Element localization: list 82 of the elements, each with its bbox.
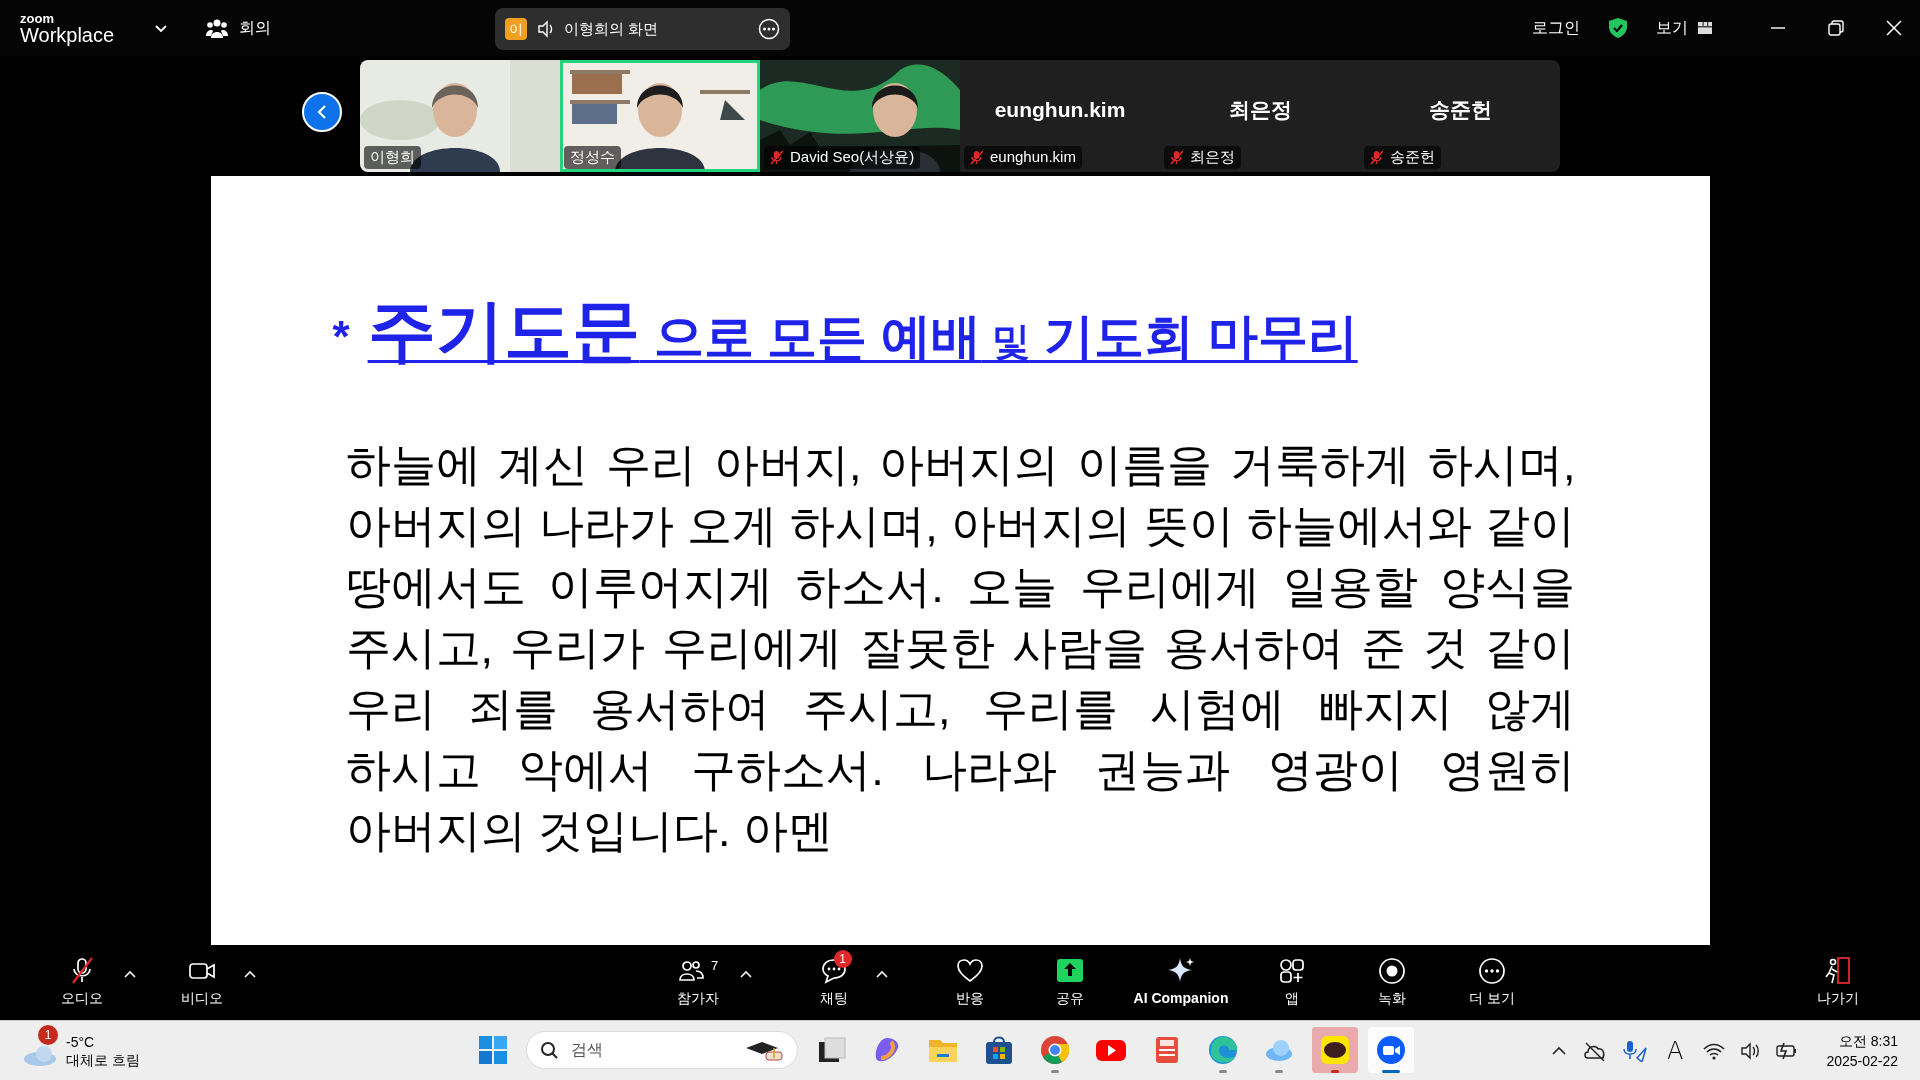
participant-name-tag: David Seo(서상윤) [764, 146, 921, 169]
slide-paragraph: 하늘에 계신 우리 아버지, 아버지의 이름을 거룩하게 하시며, 아버지의 나라가 오게 하시며, 아버지의 뜻이 하늘에서와 같이 땅에서도 이루어지게 하소서. 오늘 우리에게 일용할 양식을 주시고, 우리가 우리에게 잘못한 사람을 용서하여 준 것 같이 우리 죄를 용서하여 주시고, 우리를 시험에 빠지지 않게 하시고 악에서 구하소서. 나라와 권능과 영광이 영원히 아버지의 것입니다. 아멘 [345, 438, 1576, 858]
toolbar-button[interactable]: 공유 [1027, 949, 1112, 1016]
toolbar-button[interactable]: 비디오 [160, 949, 244, 1016]
toolbar-button[interactable]: 앱 [1250, 949, 1335, 1016]
running-indicator [1275, 1070, 1283, 1073]
participant-count: 7 [710, 956, 719, 975]
muted-mic-icon [1370, 150, 1384, 165]
clock-time[interactable]: 오전 8:31 [1838, 1030, 1898, 1051]
volume-icon[interactable] [1741, 1041, 1761, 1060]
close-icon[interactable] [1886, 20, 1902, 36]
toolbar-button[interactable]: 반응 [927, 949, 1012, 1016]
toolbar-button[interactable]: 녹화 [1350, 949, 1435, 1016]
clock-date[interactable]: 2025-02-22 [1826, 1050, 1898, 1071]
toolbar-button[interactable]: 7 참가자 [655, 949, 740, 1016]
logo-text: zoom [20, 11, 55, 25]
battery-icon[interactable] [1776, 1040, 1799, 1061]
muted-mic-icon [970, 150, 984, 165]
chevron-left-icon [317, 104, 327, 120]
video-camera-icon [1375, 1034, 1407, 1066]
toolbar-button[interactable]: AI Companion [1127, 949, 1235, 1016]
weather-text: 대체로 흐림 [66, 1050, 140, 1069]
caret-icon[interactable] [124, 969, 136, 979]
participant-name-tag: 이형희 [364, 146, 421, 169]
temperature-text: -5°C [66, 1032, 96, 1051]
shield-icon[interactable] [1608, 17, 1628, 39]
running-indicator [1051, 1070, 1059, 1073]
more-icon [1478, 956, 1507, 985]
speaker-icon [537, 20, 554, 38]
previous-page-button[interactable] [302, 92, 342, 132]
people-icon [206, 18, 228, 38]
running-indicator [1219, 1070, 1227, 1073]
slide-title: 주기도문 으로 모든 예배 및 기도회 마무리 [367, 296, 1358, 364]
apps-icon [1278, 956, 1307, 985]
participant-display-name: eunghun.kim [994, 97, 1126, 123]
muted-mic-icon [1170, 150, 1184, 165]
bullet-mark: * [332, 311, 350, 363]
muted-mic-icon [770, 150, 784, 165]
participant-display-name: 최은정 [1228, 97, 1292, 123]
toolbar-button[interactable]: 1 채팅 [791, 949, 876, 1016]
view-button[interactable]: 보기 [1656, 16, 1712, 40]
microphone-icon[interactable] [1622, 1039, 1647, 1062]
participant-display-name: 송준헌 [1428, 97, 1492, 123]
share-title: 이형희의 화면 [564, 18, 660, 39]
participant-name-tag: 최은정 [1164, 146, 1241, 169]
more-icon[interactable] [758, 18, 780, 40]
running-indicator [1382, 1070, 1400, 1073]
logo-text: Workplace [20, 24, 116, 45]
chevron-down-icon[interactable] [154, 22, 168, 34]
store-icon [983, 1034, 1015, 1066]
chat-bubble-icon [1319, 1034, 1351, 1066]
wifi-icon[interactable] [1703, 1041, 1726, 1060]
leave-icon [1824, 956, 1852, 985]
gallery-icon [1698, 22, 1712, 34]
initial-badge: 이 [505, 18, 527, 40]
edge-icon [1207, 1034, 1239, 1066]
notification-badge: 1 [38, 1024, 58, 1045]
record-icon [1378, 956, 1407, 985]
login-link[interactable]: 로그인 [1532, 16, 1580, 40]
caret-icon[interactable] [875, 969, 888, 979]
meeting-label[interactable]: 회의 [239, 16, 271, 40]
toolbar-button[interactable]: 나가기 [1796, 949, 1880, 1016]
heart-icon [955, 956, 984, 985]
windows-start-icon[interactable] [478, 1035, 508, 1065]
running-indicator [1331, 1070, 1339, 1073]
input-method-indicator[interactable]: A [1662, 1032, 1688, 1069]
search-icon [540, 1041, 558, 1059]
cloud-off-icon[interactable] [1582, 1039, 1607, 1062]
chrome-icon [1039, 1034, 1071, 1066]
toolbar-button[interactable]: 오디오 [40, 949, 124, 1016]
notification-badge: 1 [833, 949, 852, 968]
search-field[interactable]: 검색 [526, 1031, 798, 1069]
caret-icon[interactable] [739, 969, 752, 979]
restore-icon[interactable] [1828, 20, 1844, 36]
caret-icon[interactable] [244, 969, 256, 979]
taskbar-app-button[interactable] [1312, 1027, 1358, 1073]
toolbar-button[interactable]: 더 보기 [1450, 949, 1535, 1016]
chat-icon [819, 956, 848, 985]
participant-name-tag: eunghun.kim [964, 146, 1082, 169]
share-icon [1055, 956, 1084, 985]
participant-name-tag: 정성수 [564, 146, 621, 169]
participant-name-tag: 송준헌 [1364, 146, 1441, 169]
